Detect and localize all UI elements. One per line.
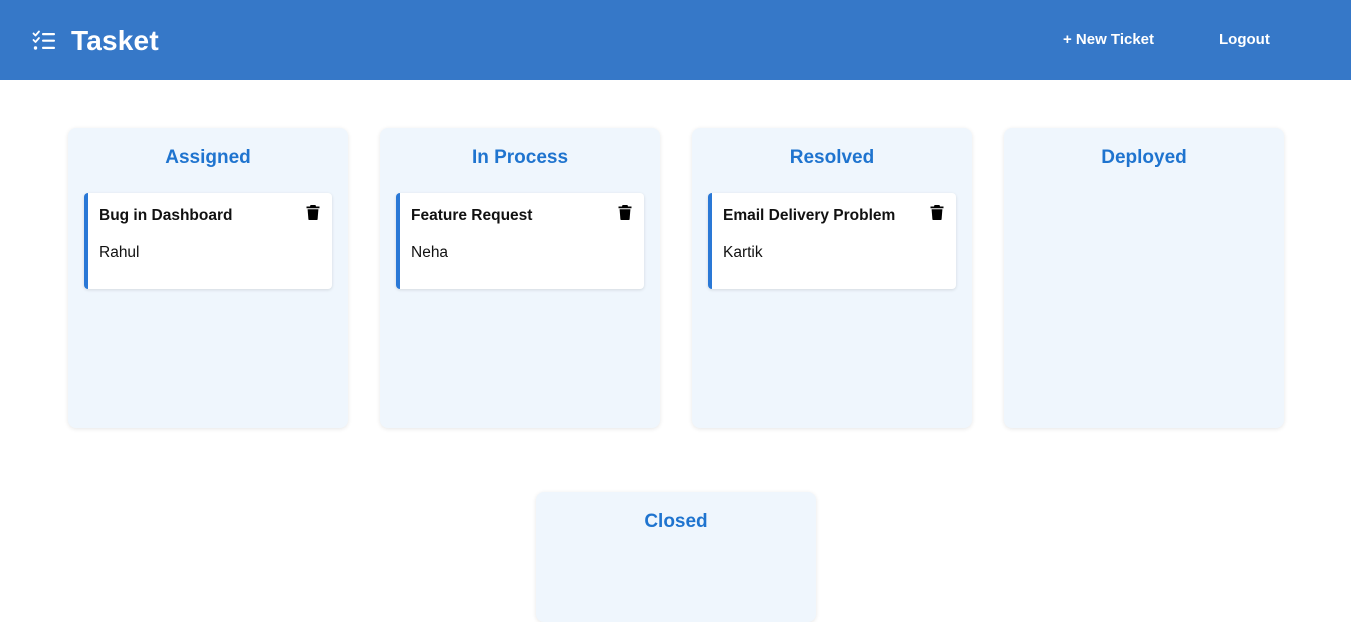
trash-icon[interactable] <box>618 204 632 220</box>
logout-button[interactable]: Logout <box>1219 30 1270 50</box>
new-ticket-button[interactable]: + New Ticket <box>1063 30 1154 50</box>
ticket-title: Email Delivery Problem <box>723 207 896 224</box>
column-closed: Closed <box>536 492 816 622</box>
column-title: Assigned <box>165 147 251 168</box>
column-in-process: In Process Feature Request Neha <box>380 128 660 428</box>
trash-icon[interactable] <box>930 204 944 220</box>
task-list-icon <box>32 29 56 53</box>
ticket-assignee: Rahul <box>99 244 140 261</box>
column-title: Resolved <box>789 147 875 168</box>
column-deployed: Deployed <box>1004 128 1284 428</box>
ticket-card[interactable]: Email Delivery Problem Kartik <box>708 193 956 289</box>
column-title: In Process <box>471 147 569 168</box>
ticket-assignee: Kartik <box>723 244 763 261</box>
app-title: Tasket <box>71 25 159 56</box>
column-resolved: Resolved Email Delivery Problem Kartik <box>692 128 972 428</box>
ticket-assignee: Neha <box>411 244 449 261</box>
ticket-title: Feature Request <box>411 207 533 224</box>
ticket-card[interactable]: Bug in Dashboard Rahul <box>84 193 332 289</box>
column-assigned: Assigned Bug in Dashboard Rahul <box>68 128 348 428</box>
column-title: Closed <box>644 511 708 532</box>
brand[interactable]: Tasket <box>32 24 159 58</box>
ticket-title: Bug in Dashboard <box>99 207 233 224</box>
ticket-card[interactable]: Feature Request Neha <box>396 193 644 289</box>
navbar: Tasket + New Ticket Logout <box>0 0 1351 80</box>
trash-icon[interactable] <box>306 204 320 220</box>
column-title: Deployed <box>1101 147 1187 168</box>
